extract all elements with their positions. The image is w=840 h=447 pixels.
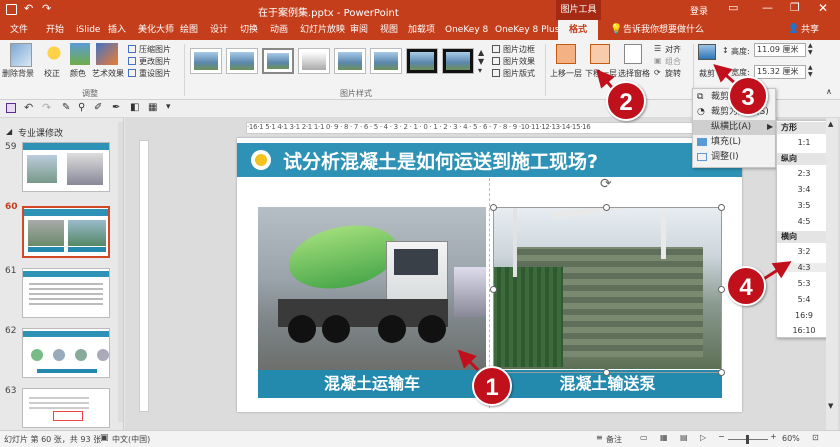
fit-to-window-icon[interactable]: ⊡ xyxy=(812,433,819,442)
zoom-slider[interactable] xyxy=(728,435,768,444)
notes-icon: ≡ xyxy=(596,433,603,442)
zoom-level[interactable]: 60% xyxy=(782,434,800,443)
step-badge-1: 1 xyxy=(472,366,512,406)
vertical-scrollbar[interactable] xyxy=(826,118,838,430)
step-badge-2: 2 xyxy=(606,81,646,121)
step-badge-3: 3 xyxy=(728,76,768,116)
zoom-in-icon[interactable]: + xyxy=(770,432,777,441)
slideshow-icon[interactable]: ▷ xyxy=(700,433,706,442)
slide-count: 幻灯片 第 60 张，共 93 张 xyxy=(4,435,102,444)
language-indicator[interactable]: 中文(中国) xyxy=(112,434,150,445)
scroll-down-icon[interactable]: ▼ xyxy=(828,402,833,410)
notes-button[interactable]: 备注 xyxy=(606,434,622,445)
status-bar: 幻灯片 第 60 张，共 93 张 ▣ 中文(中国) ≡ 备注 ▭ ▦ ▤ ▷ … xyxy=(0,430,840,447)
scroll-up-icon[interactable]: ▲ xyxy=(828,120,833,128)
reading-view-icon[interactable]: ▤ xyxy=(680,433,688,442)
step-badge-4: 4 xyxy=(726,266,766,306)
arrow-1 xyxy=(457,349,480,372)
normal-view-icon[interactable]: ▭ xyxy=(640,433,648,442)
zoom-out-icon[interactable]: − xyxy=(718,432,725,441)
annotation-arrows xyxy=(457,64,792,372)
arrow-4 xyxy=(761,261,792,282)
slide-sorter-icon[interactable]: ▦ xyxy=(660,433,668,442)
spellcheck-icon[interactable]: ▣ xyxy=(100,433,109,443)
